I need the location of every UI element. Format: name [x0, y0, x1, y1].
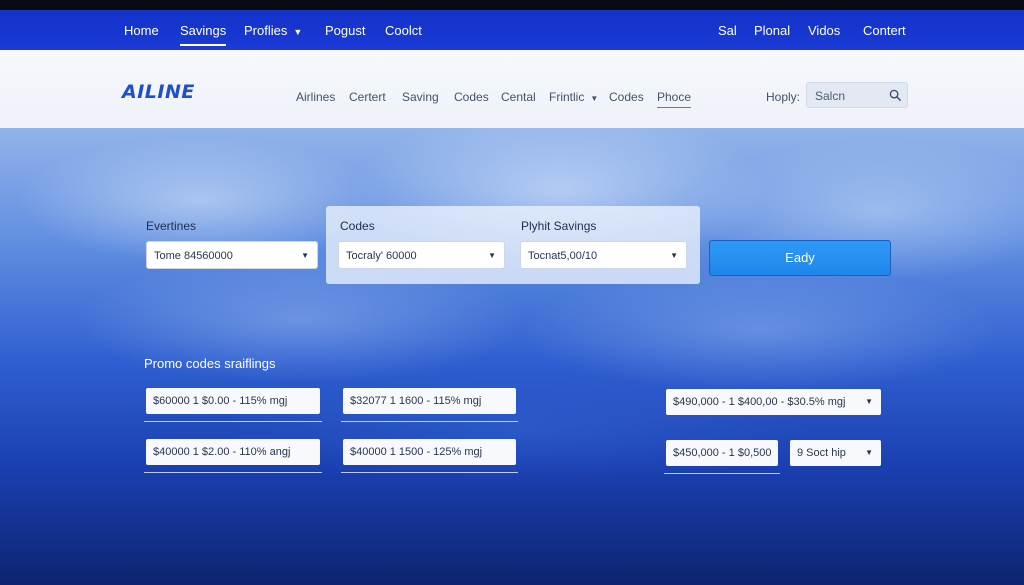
field2-value: Tocraly' 60000 — [346, 250, 417, 262]
subnav-frintlic[interactable]: Frintlic ▼ — [549, 90, 598, 104]
field2-label: Codes — [340, 219, 375, 233]
promo-code-text: $450,000 - 1 $0,500 — [673, 447, 772, 459]
subnav-airlines[interactable]: Airlines — [296, 90, 335, 104]
promo-code-text: $40000 1 1500 - 125% mgj — [350, 446, 483, 458]
topnav-savings[interactable]: Savings — [180, 23, 227, 46]
field3-label: Plyhit Savings — [521, 219, 597, 233]
topnav-coolct[interactable]: Coolct — [385, 23, 422, 38]
topnav-profiles-label: Proflies — [244, 23, 288, 38]
promo-code-item[interactable]: $32077 1 1600 - 115% mgj — [343, 388, 516, 414]
field3-select[interactable]: Tocnat5,00/10 ▼ — [520, 241, 687, 269]
apply-button[interactable]: Eady — [709, 240, 891, 276]
divider — [144, 472, 322, 473]
top-navigation: Home Savings Proflies ▼ Pogust Coolct Sal… — [0, 10, 1024, 50]
field1-select[interactable]: Tome 84560000 ▼ — [146, 241, 318, 269]
promo-code-text: $60000 1 $0.00 - 115% mgj — [153, 395, 288, 407]
promo-section-title: Promo codes sraiflings — [144, 356, 276, 371]
field2-select[interactable]: Tocraly' 60000 ▼ — [338, 241, 505, 269]
chevron-down-icon: ▼ — [488, 251, 496, 260]
search-placeholder: Salcn — [815, 89, 846, 103]
subnav-codes[interactable]: Codes — [454, 90, 489, 104]
topnav-pogust[interactable]: Pogust — [325, 23, 365, 38]
subnav-phoce[interactable]: Phoce — [657, 90, 692, 108]
promo-code-text: $490,000 - 1 $400,00 - $30.5% mgj — [673, 396, 846, 408]
window-top-edge — [0, 0, 1024, 10]
chevron-down-icon: ▼ — [590, 94, 599, 103]
search-icon[interactable] — [889, 89, 902, 102]
subnav-cental[interactable]: Cental — [501, 90, 536, 104]
promo-code-item[interactable]: $60000 1 $0.00 - 115% mgj — [146, 388, 320, 414]
divider — [664, 473, 780, 474]
topnav-profiles[interactable]: Proflies ▼ — [244, 23, 302, 38]
subnav-saving[interactable]: Saving — [402, 90, 439, 104]
promo-code-item[interactable]: $40000 1 1500 - 125% mgj — [343, 439, 516, 465]
subnav-frintlic-label: Frintlic — [549, 90, 585, 104]
field3-value: Tocnat5,00/10 — [528, 250, 598, 262]
topnav-sal[interactable]: Sal — [718, 23, 737, 38]
topnav-home[interactable]: Home — [124, 23, 159, 38]
promo-code-text: $32077 1 1600 - 115% mgj — [350, 395, 482, 407]
sort-value: 9 Soct hip — [797, 447, 846, 459]
promo-code-select[interactable]: $490,000 - 1 $400,00 - $30.5% mgj ▼ — [666, 389, 881, 415]
chevron-down-icon: ▼ — [670, 251, 678, 260]
promo-code-item[interactable]: $40000 1 $2.00 - 110% angj — [146, 439, 320, 465]
topnav-plonal[interactable]: Plonal — [754, 23, 790, 38]
divider — [341, 472, 518, 473]
chevron-down-icon: ▼ — [293, 27, 303, 37]
divider — [144, 421, 322, 422]
field1-label: Evertines — [146, 219, 197, 233]
promo-code-text: $40000 1 $2.00 - 110% angj — [153, 446, 291, 458]
chevron-down-icon: ▼ — [865, 448, 873, 457]
divider — [341, 421, 518, 422]
sort-select[interactable]: 9 Soct hip ▼ — [790, 440, 881, 466]
promo-code-item[interactable]: $450,000 - 1 $0,500 — [666, 440, 778, 466]
airline-logo[interactable]: AILINE — [122, 81, 195, 103]
brand-bar: AILINE Airlines Certert Saving Codes Cen… — [0, 50, 1024, 128]
topnav-contert[interactable]: Contert — [863, 23, 906, 38]
chevron-down-icon: ▼ — [865, 397, 873, 406]
help-label: Hoply: — [766, 90, 801, 104]
search-input[interactable]: Salcn — [806, 82, 908, 108]
topnav-vidos[interactable]: Vidos — [808, 23, 840, 38]
field1-value: Tome 84560000 — [154, 250, 233, 262]
subnav-codes-2[interactable]: Codes — [609, 90, 644, 104]
subnav-certert[interactable]: Certert — [349, 90, 386, 104]
chevron-down-icon: ▼ — [301, 251, 309, 260]
